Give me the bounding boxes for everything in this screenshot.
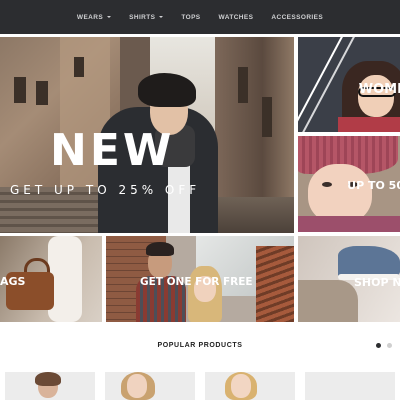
- chevron-down-icon: [159, 16, 164, 18]
- promo-image-stairs: [256, 246, 294, 322]
- promo-couple-label: GET ONE FOR FREE: [140, 276, 253, 288]
- promo-women-label: WOME: [358, 82, 400, 97]
- chevron-down-icon: [107, 16, 112, 18]
- product-image: [231, 374, 251, 398]
- promo-hats[interactable]: UP TO 50: [298, 136, 400, 232]
- nav-item-accessories[interactable]: ACCESSORIES: [262, 14, 332, 21]
- promo-hats-label: UP TO 50: [347, 179, 400, 192]
- promo-shoes[interactable]: SHOP N: [298, 236, 400, 322]
- hero-image-window: [36, 81, 48, 105]
- promo-model-shirt: [338, 117, 400, 132]
- hero-slider[interactable]: NEW GET UP TO 25% OFF: [0, 37, 294, 233]
- hero-image-window: [14, 77, 26, 103]
- hero-image-window: [238, 67, 248, 103]
- product-card[interactable]: [205, 372, 295, 400]
- promo-model-hair: [146, 242, 174, 256]
- popular-products-title: POPULAR PRODUCTS: [157, 342, 243, 349]
- nav-item-label: TOPS: [181, 13, 201, 21]
- nav-item-tops[interactable]: TOPS: [172, 14, 209, 21]
- hero-title: NEW: [50, 125, 175, 176]
- promo-bags-label: AGS: [0, 275, 26, 288]
- promo-model-face: [308, 164, 372, 224]
- product-card[interactable]: [305, 372, 395, 400]
- page: WEARS SHIRTS TOPS WATCHES ACCESSORIES NE…: [0, 0, 400, 400]
- promo-couple[interactable]: GET ONE FOR FREE: [106, 236, 294, 322]
- promo-women[interactable]: WOME: [298, 37, 400, 132]
- products-page-dot[interactable]: [376, 343, 381, 348]
- product-image: [127, 374, 147, 398]
- nav-item-label: SHIRTS: [129, 13, 156, 21]
- product-card[interactable]: [105, 372, 195, 400]
- hero-subtitle: GET UP TO 25% OFF: [10, 183, 201, 197]
- hero-model-hair: [138, 73, 196, 107]
- promo-shoes-label: SHOP N: [354, 276, 400, 289]
- promo-model-eye: [322, 182, 332, 187]
- nav-item-label: WEARS: [76, 13, 104, 21]
- nav-menu: WEARS SHIRTS TOPS WATCHES ACCESSORIES: [0, 0, 400, 34]
- hero-image-window: [74, 57, 84, 77]
- main-navigation: WEARS SHIRTS TOPS WATCHES ACCESSORIES: [0, 0, 400, 34]
- nav-item-shirts[interactable]: SHIRTS: [120, 14, 172, 21]
- product-image: [35, 372, 61, 386]
- promo-model-scarf: [298, 216, 400, 232]
- nav-item-watches[interactable]: WATCHES: [210, 14, 263, 21]
- hero-image-window: [262, 97, 272, 137]
- products-pagination: [376, 343, 392, 348]
- promo-bags[interactable]: AGS: [0, 236, 102, 322]
- nav-item-label: ACCESSORIES: [271, 13, 324, 21]
- products-page-dot[interactable]: [387, 343, 392, 348]
- nav-item-label: WATCHES: [218, 13, 254, 21]
- promo-model-leg: [298, 280, 358, 322]
- product-card[interactable]: [5, 372, 95, 400]
- nav-item-wears[interactable]: WEARS: [68, 14, 120, 21]
